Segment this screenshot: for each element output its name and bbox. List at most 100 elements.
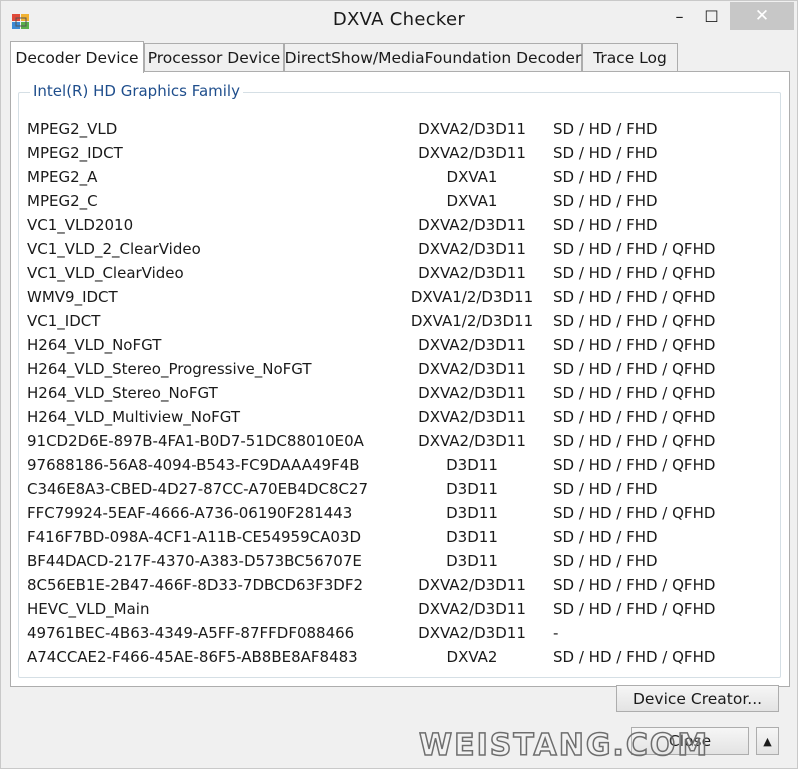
decoder-name: MPEG2_VLD	[27, 120, 118, 138]
decoder-name: H264_VLD_Multiview_NoFGT	[27, 408, 241, 426]
decoder-resolutions: SD / HD / FHD	[553, 480, 658, 498]
decoder-resolutions: SD / HD / FHD / QFHD	[553, 576, 716, 594]
decoder-row[interactable]: H264_VLD_Multiview_NoFGT DXVA2/D3D11 SD / …	[27, 405, 777, 429]
decoder-row[interactable]: VC1_VLD_2_ClearVideo DXVA2/D3D11 SD / HD /…	[27, 237, 777, 261]
decoder-resolutions: SD / HD / FHD / QFHD	[553, 504, 716, 522]
decoder-name: MPEG2_IDCT	[27, 144, 123, 162]
gpu-group: Intel(R) HD Graphics Family MPEG2_VLD DXV…	[18, 82, 781, 678]
decoder-api: D3D11	[446, 528, 498, 546]
decoder-row[interactable]: VC1_VLD_ClearVideo DXVA2/D3D11 SD / HD / F…	[27, 261, 777, 285]
decoder-row[interactable]: MPEG2_A DXVA1 SD / HD / FHD	[27, 165, 777, 189]
decoder-row[interactable]: VC1_IDCT DXVA1/2/D3D11 SD / HD / FHD / QFH…	[27, 309, 777, 333]
decoder-resolutions: SD / HD / FHD / QFHD	[553, 240, 716, 258]
decoder-name: BF44DACD-217F-4370-A383-D573BC56707E	[27, 552, 362, 570]
decoder-api: DXVA2/D3D11	[418, 384, 526, 402]
decoder-resolutions: -	[553, 624, 559, 642]
tab-processor-device[interactable]: Processor Device	[144, 43, 284, 71]
decoder-resolutions: SD / HD / FHD / QFHD	[553, 264, 716, 282]
decoder-device-panel: Intel(R) HD Graphics Family MPEG2_VLD DXV…	[10, 71, 790, 687]
decoder-row[interactable]: MPEG2_VLD DXVA2/D3D11 SD / HD / FHD	[27, 117, 777, 141]
decoder-name: HEVC_VLD_Main	[27, 600, 150, 618]
decoder-row[interactable]: 49761BEC-4B63-4349-A5FF-87FFDF088466 DXVA…	[27, 621, 777, 645]
decoder-resolutions: SD / HD / FHD / QFHD	[553, 312, 716, 330]
decoder-row[interactable]: MPEG2_IDCT DXVA2/D3D11 SD / HD / FHD	[27, 141, 777, 165]
decoder-api: DXVA1	[446, 192, 498, 210]
decoder-row[interactable]: C346E8A3-CBED-4D27-87CC-A70EB4DC8C27 D3D1…	[27, 477, 777, 501]
decoder-api: DXVA2/D3D11	[418, 240, 526, 258]
decoder-row[interactable]: BF44DACD-217F-4370-A383-D573BC56707E D3D1…	[27, 549, 777, 573]
decoder-resolutions: SD / HD / FHD / QFHD	[553, 408, 716, 426]
decoder-name: VC1_VLD_ClearVideo	[27, 264, 184, 282]
minimize-icon: –	[675, 6, 684, 26]
decoder-row[interactable]: WMV9_IDCT DXVA1/2/D3D11 SD / HD / FHD / QF…	[27, 285, 777, 309]
decoder-api: DXVA2/D3D11	[418, 120, 526, 138]
tab-directshow-mediafoundation-decoder[interactable]: DirectShow/MediaFoundation Decoder	[284, 43, 582, 71]
decoder-api: D3D11	[446, 552, 498, 570]
decoder-resolutions: SD / HD / FHD	[553, 168, 658, 186]
decoder-name: H264_VLD_Stereo_NoFGT	[27, 384, 218, 402]
decoder-resolutions: SD / HD / FHD	[553, 216, 658, 234]
decoder-list[interactable]: MPEG2_VLD DXVA2/D3D11 SD / HD / FHD MPEG2_I…	[27, 117, 777, 669]
tab-strip: Decoder Device Processor Device DirectSh…	[10, 41, 790, 73]
decoder-api: DXVA1	[446, 168, 498, 186]
tab-label: Processor Device	[147, 48, 281, 67]
decoder-row[interactable]: VC1_VLD2010 DXVA2/D3D11 SD / HD / FHD	[27, 213, 777, 237]
decoder-row[interactable]: F416F7BD-098A-4CF1-A11B-CE54959CA03D D3D1…	[27, 525, 777, 549]
decoder-name: F416F7BD-098A-4CF1-A11B-CE54959CA03D	[27, 528, 362, 546]
decoder-api: DXVA2/D3D11	[418, 144, 526, 162]
decoder-row[interactable]: 8C56EB1E-2B47-466F-8D33-7DBCD63F3DF2 DXVA…	[27, 573, 777, 597]
decoder-row[interactable]: H264_VLD_NoFGT DXVA2/D3D11 SD / HD / FHD /…	[27, 333, 777, 357]
decoder-resolutions: SD / HD / FHD	[553, 192, 658, 210]
maximize-button[interactable]: ☐	[697, 1, 726, 31]
decoder-resolutions: SD / HD / FHD	[553, 552, 658, 570]
decoder-api: DXVA1/2/D3D11	[410, 288, 534, 306]
decoder-row[interactable]: 97688186-56A8-4094-B543-FC9DAAA49F4B D3D1…	[27, 453, 777, 477]
decoder-name: WMV9_IDCT	[27, 288, 118, 306]
decoder-resolutions: SD / HD / FHD	[553, 120, 658, 138]
decoder-api: DXVA2/D3D11	[418, 576, 526, 594]
decoder-api: DXVA2	[446, 648, 498, 666]
decoder-resolutions: SD / HD / FHD / QFHD	[553, 288, 716, 306]
decoder-api: DXVA2/D3D11	[418, 600, 526, 618]
decoder-name: FFC79924-5EAF-4666-A736-06190F281443	[27, 504, 353, 522]
dxva-checker-window: DXVA Checker – ☐ ✕ Decoder Device Proces…	[0, 0, 798, 769]
minimize-button[interactable]: –	[665, 1, 694, 31]
decoder-row[interactable]: 91CD2D6E-897B-4FA1-B0D7-51DC88010E0A DXVA…	[27, 429, 777, 453]
tab-label: DirectShow/MediaFoundation Decoder	[284, 48, 582, 67]
decoder-api: DXVA2/D3D11	[418, 408, 526, 426]
decoder-name: A74CCAE2-F466-45AE-86F5-AB8BE8AF8483	[27, 648, 358, 666]
decoder-resolutions: SD / HD / FHD / QFHD	[553, 384, 716, 402]
decoder-resolutions: SD / HD / FHD / QFHD	[553, 336, 716, 354]
decoder-name: MPEG2_A	[27, 168, 98, 186]
decoder-row[interactable]: MPEG2_C DXVA1 SD / HD / FHD	[27, 189, 777, 213]
close-window-button[interactable]: ✕	[730, 2, 794, 30]
watermark-logo: WEISTANG.COM	[418, 727, 710, 764]
decoder-row[interactable]: HEVC_VLD_Main DXVA2/D3D11 SD / HD / FHD / …	[27, 597, 777, 621]
arrow-up-icon: ▲	[763, 734, 772, 748]
decoder-name: VC1_VLD2010	[27, 216, 134, 234]
decoder-api: DXVA2/D3D11	[418, 336, 526, 354]
decoder-api: DXVA2/D3D11	[418, 216, 526, 234]
decoder-name: 97688186-56A8-4094-B543-FC9DAAA49F4B	[27, 456, 360, 474]
decoder-resolutions: SD / HD / FHD / QFHD	[553, 432, 716, 450]
decoder-row[interactable]: H264_VLD_Stereo_NoFGT DXVA2/D3D11 SD / HD …	[27, 381, 777, 405]
decoder-row[interactable]: FFC79924-5EAF-4666-A736-06190F281443 D3D1…	[27, 501, 777, 525]
expand-arrow-button[interactable]: ▲	[756, 727, 779, 755]
decoder-resolutions: SD / HD / FHD	[553, 528, 658, 546]
decoder-resolutions: SD / HD / FHD / QFHD	[553, 648, 716, 666]
decoder-row[interactable]: H264_VLD_Stereo_Progressive_NoFGT DXVA2/D…	[27, 357, 777, 381]
decoder-api: DXVA2/D3D11	[418, 432, 526, 450]
tab-label: Decoder Device	[15, 48, 139, 67]
tab-trace-log[interactable]: Trace Log	[582, 43, 678, 71]
decoder-name: 49761BEC-4B63-4349-A5FF-87FFDF088466	[27, 624, 355, 642]
title-bar[interactable]: DXVA Checker – ☐ ✕	[1, 1, 797, 41]
decoder-api: DXVA1/2/D3D11	[410, 312, 534, 330]
decoder-resolutions: SD / HD / FHD / QFHD	[553, 600, 716, 618]
decoder-api: D3D11	[446, 456, 498, 474]
decoder-row[interactable]: A74CCAE2-F466-45AE-86F5-AB8BE8AF8483 DXVA…	[27, 645, 777, 669]
decoder-api: D3D11	[446, 480, 498, 498]
decoder-name: C346E8A3-CBED-4D27-87CC-A70EB4DC8C27	[27, 480, 369, 498]
decoder-name: H264_VLD_NoFGT	[27, 336, 162, 354]
tab-decoder-device[interactable]: Decoder Device	[10, 41, 144, 73]
device-creator-button[interactable]: Device Creator...	[616, 685, 779, 712]
